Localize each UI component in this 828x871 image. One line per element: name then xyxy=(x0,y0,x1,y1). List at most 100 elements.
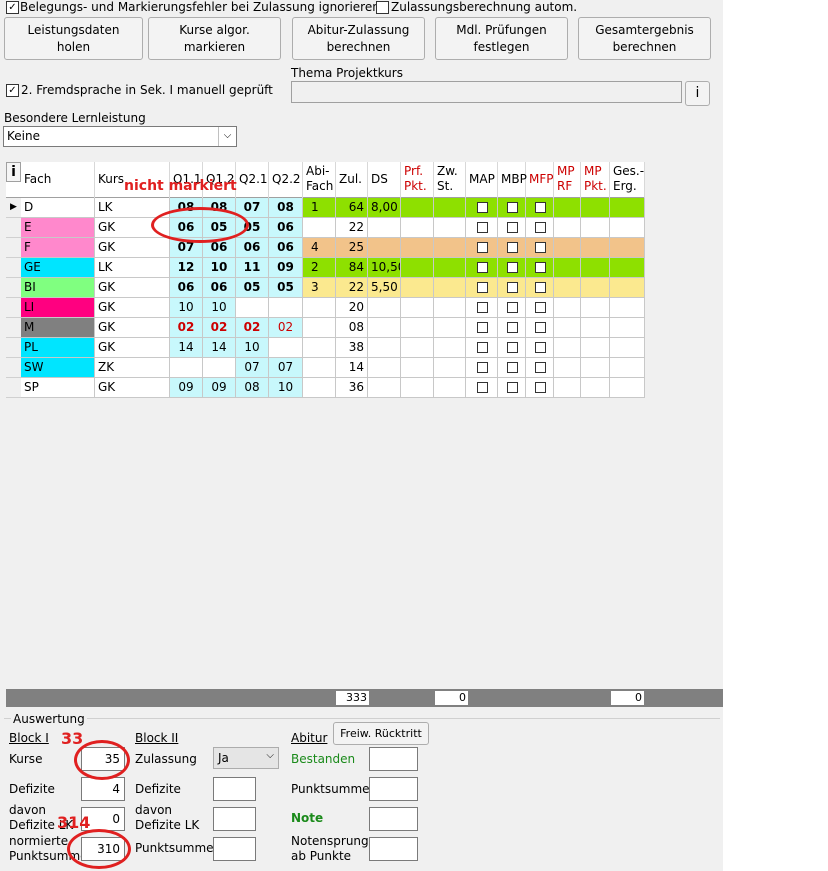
mbp-checkbox[interactable] xyxy=(507,302,518,313)
mfp-checkbox[interactable] xyxy=(535,342,546,353)
grid-cell xyxy=(610,338,645,358)
kurs-cell: GK xyxy=(95,238,170,258)
abi-fach-cell: 3 xyxy=(303,278,336,298)
map-checkbox[interactable] xyxy=(477,302,488,313)
mfp-checkbox[interactable] xyxy=(535,262,546,273)
kurse-markieren-button[interactable]: Kurse algor. markieren xyxy=(148,17,281,60)
map-checkbox[interactable] xyxy=(477,382,488,393)
map-checkbox[interactable] xyxy=(477,242,488,253)
map-checkbox[interactable] xyxy=(477,322,488,333)
mbp-checkbox[interactable] xyxy=(507,362,518,373)
grid-cell xyxy=(554,338,581,358)
grid-info-corner[interactable]: i xyxy=(6,162,21,182)
chevron-down-icon[interactable]: ⌵ xyxy=(266,750,274,761)
grid-cell xyxy=(401,278,434,298)
mbp-checkbox[interactable] xyxy=(507,382,518,393)
kurs-cell: GK xyxy=(95,298,170,318)
ds-cell xyxy=(368,218,401,238)
defizite-value: 4 xyxy=(81,777,125,801)
mbp-checkbox[interactable] xyxy=(507,322,518,333)
leistungsdaten-holen-button[interactable]: Leistungsdaten holen xyxy=(4,17,143,60)
zul-cell: 25 xyxy=(336,238,368,258)
projektkurs-field[interactable] xyxy=(291,81,682,103)
map-checkbox[interactable] xyxy=(477,362,488,373)
mfp-checkbox[interactable] xyxy=(535,382,546,393)
zulassung-label: Zulassung xyxy=(135,752,197,766)
mfp-checkbox[interactable] xyxy=(535,242,546,253)
mfp-checkbox[interactable] xyxy=(535,202,546,213)
grade-cell xyxy=(170,358,203,378)
column-header-abi-fach: Abi- Fach xyxy=(303,162,336,198)
bestanden-label: Bestanden xyxy=(291,752,356,766)
map-checkbox[interactable] xyxy=(477,342,488,353)
defizite-block2-label: Defizite xyxy=(135,782,181,796)
abi-fach-cell: 4 xyxy=(303,238,336,258)
column-header-q2-1: Q2.1 xyxy=(236,162,269,198)
mbp-checkbox[interactable] xyxy=(507,282,518,293)
lernleistung-select[interactable]: Keine ⌵ xyxy=(3,126,237,147)
mfp-checkbox[interactable] xyxy=(535,362,546,373)
fremdsprache-checkbox[interactable]: ✓ xyxy=(6,84,19,97)
sum-prf: 0 xyxy=(435,691,468,705)
mfp-checkbox[interactable] xyxy=(535,282,546,293)
mbp-checkbox[interactable] xyxy=(507,262,518,273)
fach-cell: PL xyxy=(21,338,95,358)
freiwilliger-ruecktritt-button[interactable]: Freiw. Rücktritt xyxy=(333,722,429,745)
mfp-checkbox[interactable] xyxy=(535,302,546,313)
grid-cell xyxy=(434,238,466,258)
grade-cell: 02 xyxy=(203,318,236,338)
grid-cell xyxy=(581,278,610,298)
grid-cell xyxy=(401,298,434,318)
grid-cell xyxy=(401,378,434,398)
grade-cell: 06 xyxy=(269,238,303,258)
map-checkbox[interactable] xyxy=(477,282,488,293)
mbp-checkbox[interactable] xyxy=(507,342,518,353)
kurs-cell: GK xyxy=(95,318,170,338)
fach-cell: SP xyxy=(21,378,95,398)
mbp-checkbox[interactable] xyxy=(507,202,518,213)
grid-cell xyxy=(401,258,434,278)
fach-cell: F xyxy=(21,238,95,258)
mbp-checkbox[interactable] xyxy=(507,222,518,233)
grid-cell xyxy=(610,278,645,298)
ignore-errors-checkbox[interactable]: ✓ xyxy=(6,1,19,14)
grid-cell xyxy=(434,358,466,378)
auto-zulassung-checkbox[interactable] xyxy=(376,1,389,14)
grid-cell xyxy=(434,378,466,398)
abitur-zulassung-button[interactable]: Abitur-Zulassung berechnen xyxy=(292,17,425,60)
mfp-checkbox[interactable] xyxy=(535,222,546,233)
grade-cell: 10 xyxy=(269,378,303,398)
grid-cell xyxy=(434,198,466,218)
grade-cell: 10 xyxy=(236,338,269,358)
grid-cell xyxy=(581,318,610,338)
row-indicator xyxy=(6,358,21,378)
zulassung-select[interactable]: Ja ⌵ xyxy=(213,747,279,769)
abi-fach-cell xyxy=(303,218,336,238)
grade-cell: 06 xyxy=(236,238,269,258)
mfp-checkbox[interactable] xyxy=(535,322,546,333)
mbp-checkbox[interactable] xyxy=(507,242,518,253)
row-indicator xyxy=(6,238,21,258)
map-checkbox[interactable] xyxy=(477,202,488,213)
ds-cell: 5,50 xyxy=(368,278,401,298)
grid-cell xyxy=(401,198,434,218)
grade-cell: 02 xyxy=(269,318,303,338)
map-checkbox[interactable] xyxy=(477,222,488,233)
davon-defizite-lk-block2-label: davon Defizite LK xyxy=(135,803,200,832)
chevron-down-icon[interactable]: ⌵ xyxy=(218,127,236,146)
ds-cell xyxy=(368,318,401,338)
defizite-block2-value xyxy=(213,777,256,801)
note-value xyxy=(369,807,418,831)
gesamtergebnis-button[interactable]: Gesamtergebnis berechnen xyxy=(578,17,711,60)
punktsumme-abitur-value xyxy=(369,777,418,801)
grid-cell xyxy=(581,258,610,278)
grid-cell xyxy=(401,338,434,358)
info-button[interactable]: i xyxy=(685,81,710,106)
auswertung-title: Auswertung xyxy=(11,712,87,726)
lernleistung-value: Keine xyxy=(7,129,40,143)
muendliche-pruefungen-button[interactable]: Mdl. Prüfungen festlegen xyxy=(435,17,568,60)
fach-cell: GE xyxy=(21,258,95,278)
map-checkbox[interactable] xyxy=(477,262,488,273)
grade-cell: 09 xyxy=(203,378,236,398)
grade-cell xyxy=(236,298,269,318)
